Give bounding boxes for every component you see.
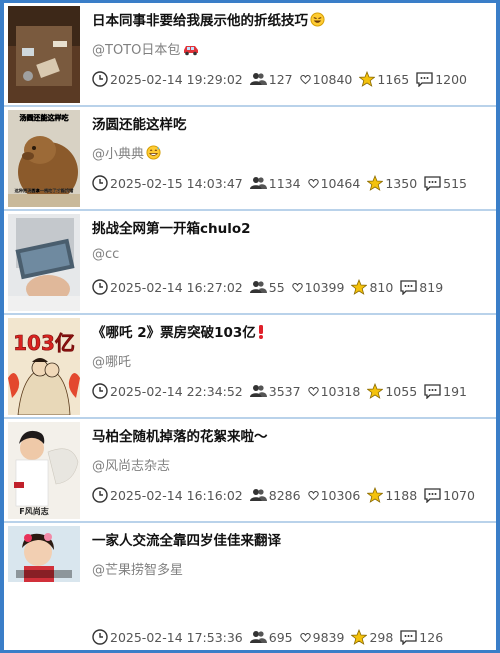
- view-count: 3537: [268, 383, 301, 399]
- favorite-count: 1055: [385, 383, 418, 399]
- clock-icon: [92, 487, 108, 503]
- comment-count: 1070: [443, 487, 475, 503]
- feed-item[interactable]: 汤圆还能这样吃 这种把汤圆拿一根吃了才能找错 汤圆还能这样吃 @小典典 2025…: [4, 107, 496, 211]
- grin-sweat-emoji: [146, 145, 161, 164]
- users-icon: [249, 488, 267, 502]
- like-count: 10399: [304, 279, 345, 295]
- heart-icon[interactable]: [291, 282, 303, 293]
- comment-icon[interactable]: [424, 383, 441, 399]
- users-icon: [249, 630, 267, 644]
- video-thumbnail[interactable]: F风尚志: [8, 422, 80, 519]
- like-count: 10318: [320, 383, 361, 399]
- heart-icon[interactable]: [299, 632, 311, 643]
- comment-icon[interactable]: [424, 487, 441, 503]
- star-icon[interactable]: [351, 629, 368, 645]
- video-title[interactable]: 汤圆还能这样吃: [92, 113, 490, 133]
- video-thumbnail[interactable]: [8, 6, 80, 103]
- exclamation-emoji: [258, 324, 264, 343]
- video-thumbnail[interactable]: [8, 214, 80, 311]
- favorite-count: 810: [369, 279, 394, 295]
- video-stats: 2025-02-15 14:03:47 1134 10464 1350 515: [92, 174, 494, 192]
- video-title[interactable]: 挑战全网第一开箱chulo2: [92, 217, 490, 237]
- star-icon[interactable]: [351, 279, 368, 295]
- favorite-count: 298: [369, 629, 394, 645]
- feed-list: 日本同事非要给我展示他的折纸技巧 @TOTO日本包 2025-02-14 19:…: [4, 3, 496, 650]
- thumb-caption: 103亿: [13, 331, 75, 355]
- feed-item[interactable]: 一家人交流全靠四岁佳佳来翻译 @芒果捞智多星 2025-02-14 17:53:…: [4, 523, 496, 650]
- author-name[interactable]: @风尚志杂志: [92, 455, 170, 474]
- rofl-emoji: [310, 12, 325, 31]
- star-icon[interactable]: [367, 487, 384, 503]
- star-icon[interactable]: [367, 383, 384, 399]
- comment-icon[interactable]: [416, 71, 433, 87]
- heart-icon[interactable]: [307, 386, 319, 397]
- comment-count: 515: [443, 175, 468, 191]
- users-icon: [249, 280, 267, 294]
- like-count: 10306: [320, 487, 361, 503]
- video-thumbnail[interactable]: 汤圆还能这样吃 这种把汤圆拿一根吃了才能找错: [8, 110, 80, 207]
- view-count: 1134: [268, 175, 301, 191]
- users-icon: [249, 176, 267, 190]
- video-title[interactable]: 一家人交流全靠四岁佳佳来翻译: [92, 529, 490, 549]
- comment-icon[interactable]: [400, 629, 417, 645]
- favorite-count: 1350: [385, 175, 418, 191]
- comment-icon[interactable]: [400, 279, 417, 295]
- view-count: 55: [268, 279, 285, 295]
- comment-icon[interactable]: [424, 175, 441, 191]
- video-thumbnail[interactable]: 103亿: [8, 318, 80, 415]
- clock-icon: [92, 71, 108, 87]
- comment-count: 126: [419, 629, 444, 645]
- view-count: 695: [268, 629, 293, 645]
- comment-count: 1200: [435, 71, 468, 87]
- users-icon: [249, 72, 267, 86]
- heart-icon[interactable]: [299, 74, 311, 85]
- favorite-count: 1188: [385, 487, 418, 503]
- publish-date: 2025-02-15 14:03:47: [110, 175, 243, 191]
- like-count: 10840: [312, 71, 353, 87]
- author-name[interactable]: @TOTO日本包: [92, 39, 200, 60]
- publish-date: 2025-02-14 16:16:02: [110, 487, 243, 503]
- clock-icon: [92, 629, 108, 645]
- publish-date: 2025-02-14 19:29:02: [110, 71, 243, 87]
- publish-date: 2025-02-14 22:34:52: [110, 383, 243, 399]
- feed-item[interactable]: 挑战全网第一开箱chulo2 @cc 2025-02-14 16:27:02 5…: [4, 211, 496, 315]
- comment-count: 819: [419, 279, 444, 295]
- video-stats: 2025-02-14 22:34:52 3537 10318 1055 191: [92, 382, 494, 400]
- thumb-caption: 汤圆还能这样吃: [20, 113, 69, 122]
- video-title[interactable]: 马柏全随机掉落的花絮来啦～: [92, 425, 490, 445]
- author-name[interactable]: @小典典: [92, 143, 161, 164]
- video-stats: 2025-02-14 19:29:02 127 10840 1165 1200: [92, 70, 494, 88]
- like-count: 9839: [312, 629, 345, 645]
- view-count: 8286: [268, 487, 301, 503]
- like-count: 10464: [320, 175, 361, 191]
- author-name[interactable]: @芒果捞智多星: [92, 559, 183, 578]
- heart-icon[interactable]: [307, 178, 319, 189]
- car-emoji: [182, 43, 200, 60]
- feed-item[interactable]: 日本同事非要给我展示他的折纸技巧 @TOTO日本包 2025-02-14 19:…: [4, 3, 496, 107]
- star-icon[interactable]: [359, 71, 376, 87]
- video-stats: 2025-02-14 16:16:02 8286 10306 1188 1070: [92, 486, 494, 504]
- video-stats: 2025-02-14 16:27:02 55 10399 810 819: [92, 278, 494, 296]
- comment-count: 191: [443, 383, 468, 399]
- star-icon[interactable]: [367, 175, 384, 191]
- clock-icon: [92, 175, 108, 191]
- publish-date: 2025-02-14 17:53:36: [110, 629, 243, 645]
- feed-item[interactable]: 103亿 《哪吒 2》票房突破103亿 @哪吒 2025-02-14 22:34…: [4, 315, 496, 419]
- users-icon: [249, 384, 267, 398]
- author-name[interactable]: @哪吒: [92, 351, 131, 370]
- video-title[interactable]: 《哪吒 2》票房突破103亿: [92, 321, 490, 343]
- publish-date: 2025-02-14 16:27:02: [110, 279, 243, 295]
- feed-item[interactable]: F风尚志 马柏全随机掉落的花絮来啦～ @风尚志杂志 2025-02-14 16:…: [4, 419, 496, 523]
- video-thumbnail[interactable]: [8, 526, 80, 582]
- clock-icon: [92, 279, 108, 295]
- thumb-logo: F风尚志: [19, 506, 48, 516]
- thumb-subtitle: 这种把汤圆拿一根吃了才能找错: [15, 187, 74, 194]
- favorite-count: 1165: [377, 71, 410, 87]
- author-name[interactable]: @cc: [92, 247, 119, 262]
- view-count: 127: [268, 71, 293, 87]
- heart-icon[interactable]: [307, 490, 319, 501]
- video-title[interactable]: 日本同事非要给我展示他的折纸技巧: [92, 9, 490, 31]
- clock-icon: [92, 383, 108, 399]
- video-stats: 2025-02-14 17:53:36 695 9839 298 126: [92, 628, 494, 646]
